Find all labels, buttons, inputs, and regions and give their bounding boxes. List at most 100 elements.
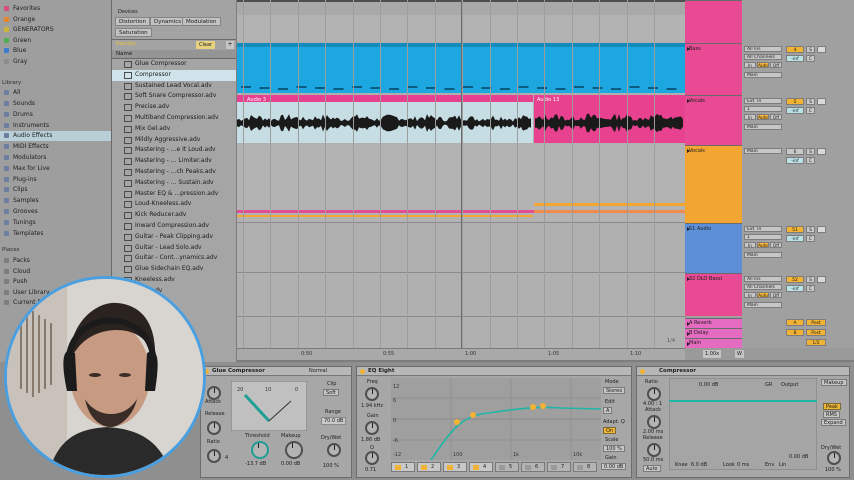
comp-drywet-knob[interactable] (827, 451, 841, 465)
name-column-header[interactable]: Name (112, 50, 236, 59)
track-output[interactable]: Main (744, 302, 782, 308)
comp-ratio-knob[interactable] (647, 387, 661, 401)
eq-gain-knob[interactable] (365, 421, 379, 435)
library-item-9[interactable]: Clips (4, 185, 27, 195)
pan-center[interactable]: C (806, 157, 815, 164)
collection-4[interactable]: Blue (4, 46, 26, 56)
return-name[interactable]: Main (689, 340, 701, 346)
eq-band-8[interactable]: 8 (573, 462, 597, 472)
monitor-off[interactable]: Off (770, 242, 782, 248)
collection-3[interactable]: Green (4, 36, 31, 46)
track-name[interactable]: Vocals (689, 98, 705, 104)
eq-mode-select[interactable]: Stereo (603, 387, 626, 394)
arm-button[interactable] (817, 226, 826, 233)
collection-0[interactable]: Favorites (4, 4, 40, 14)
comp-expand-button[interactable]: Expand (821, 419, 846, 426)
return-name[interactable]: A Reverb (689, 320, 712, 326)
library-item-1[interactable]: Sounds (4, 99, 35, 109)
zoom-value[interactable]: 1.00x (703, 350, 722, 358)
result-item-8[interactable]: Mastering - ...e It Loud.adv (112, 145, 236, 156)
track-input-channel[interactable]: All Channels (744, 284, 782, 290)
eq-band-7[interactable]: 7 (547, 462, 571, 472)
return-track-1[interactable]: B Delay (685, 328, 742, 338)
arm-button[interactable] (817, 46, 826, 53)
eq-band-power-icon[interactable] (499, 465, 505, 470)
result-item-6[interactable]: Mix Gel.adv (112, 124, 236, 135)
filter-dynamics[interactable]: Dynamics (150, 17, 186, 26)
comp-peak-button[interactable]: Peak (823, 403, 841, 410)
track-volume[interactable]: -inf (786, 55, 804, 62)
glue-compressor-device[interactable]: Glue Compressor Normal Attack Release Ra… (200, 366, 352, 478)
result-item-9[interactable]: Mastering - ... Limiter.adv (112, 156, 236, 167)
track-output[interactable]: Main (744, 72, 782, 78)
result-item-2[interactable]: Sustained Lead Vocal.adv (112, 81, 236, 92)
collection-1[interactable]: Orange (4, 15, 35, 25)
eq-freq-knob[interactable] (365, 387, 379, 401)
eq-band-power-icon[interactable] (447, 465, 453, 470)
add-filter-button[interactable]: + (226, 41, 234, 49)
comp-attack-knob[interactable] (647, 415, 661, 429)
pan-center[interactable]: C (806, 235, 815, 242)
glue-attack-knob[interactable] (207, 386, 221, 400)
solo-button[interactable]: S (806, 98, 815, 105)
eq-band-power-icon[interactable] (421, 465, 427, 470)
pan-center[interactable]: C (806, 55, 815, 62)
track-header-4[interactable]: 51 Audio (685, 223, 742, 273)
track-input-type[interactable]: All Ins (744, 46, 782, 52)
monitor-off[interactable]: Off (770, 62, 782, 68)
library-item-10[interactable]: Samples (4, 196, 39, 206)
pan-center[interactable]: C (806, 285, 815, 292)
track-name[interactable]: Bass (689, 46, 701, 52)
track-input-type[interactable]: Ext. In (744, 98, 782, 104)
eq-band-power-icon[interactable] (577, 465, 583, 470)
glue-release-knob[interactable] (207, 421, 221, 435)
monitor-auto[interactable]: Auto (757, 114, 769, 120)
zoom-w-button[interactable]: W (735, 350, 744, 358)
monitor-in[interactable]: In (744, 114, 756, 120)
track-activator[interactable]: 5 (786, 98, 804, 105)
library-item-8[interactable]: Plug-ins (4, 175, 37, 185)
collection-5[interactable]: Gray (4, 57, 27, 67)
glue-soft-button[interactable]: Soft (323, 389, 339, 396)
track-volume[interactable]: -inf (786, 157, 804, 164)
eq-output-gain-value[interactable]: 0.00 dB (601, 463, 627, 470)
track-activator[interactable]: 52 (786, 276, 804, 283)
result-item-5[interactable]: Multiband Compression.adv (112, 113, 236, 124)
result-item-3[interactable]: Soft Snare Compressor.adv (112, 91, 236, 102)
eq-band-6[interactable]: 6 (521, 462, 545, 472)
result-item-0[interactable]: Glue Compressor (112, 59, 236, 70)
result-item-16[interactable]: Guitar - Peak Clipping.adv (112, 232, 236, 243)
solo-button[interactable]: S (806, 148, 815, 155)
comp-rms-button[interactable]: RMS (823, 411, 840, 418)
track-input-type[interactable]: All Ins (744, 276, 782, 282)
track-activator[interactable]: 6 (786, 148, 804, 155)
monitor-in[interactable]: In (744, 242, 756, 248)
track-name[interactable]: 32 DLO Bassl (689, 276, 722, 282)
return-post-button[interactable]: Post (806, 329, 826, 336)
result-item-14[interactable]: Kick Reducer.adv (112, 210, 236, 221)
return-post-button[interactable]: 1/2 (806, 339, 826, 346)
power-icon[interactable] (360, 369, 365, 374)
playhead-locator[interactable] (461, 0, 462, 348)
place-item-2[interactable]: Push (4, 277, 27, 287)
compressor-device[interactable]: Compressor Ratio 4.00 : 1 Attack 2.00 ms… (636, 366, 850, 478)
monitor-auto[interactable]: Auto (757, 62, 769, 68)
library-item-2[interactable]: Drums (4, 110, 33, 120)
track-header-0[interactable] (685, 0, 742, 43)
arm-button[interactable] (817, 276, 826, 283)
track-input-type[interactable]: Ext. In (744, 226, 782, 232)
glue-preset[interactable]: Normal (309, 368, 327, 374)
monitor-auto[interactable]: Auto (757, 242, 769, 248)
eq-q-knob[interactable] (365, 451, 379, 465)
eq-band-5[interactable]: 5 (495, 462, 519, 472)
power-icon[interactable] (640, 369, 645, 374)
library-item-12[interactable]: Tunings (4, 218, 36, 228)
place-item-0[interactable]: Packs (4, 256, 30, 266)
eq-band-power-icon[interactable] (473, 465, 479, 470)
collection-2[interactable]: GENERATORS (4, 25, 54, 35)
glue-makeup-knob[interactable] (285, 441, 303, 459)
comp-display[interactable]: 0.00 dB GR Output 0.00 dB Knee 6.0 dB Lo… (669, 378, 817, 470)
eq-adapt-toggle[interactable]: On (603, 427, 617, 434)
track-header-1[interactable]: Bass (685, 43, 742, 95)
comp-auto-release-button[interactable]: Auto (643, 465, 661, 472)
